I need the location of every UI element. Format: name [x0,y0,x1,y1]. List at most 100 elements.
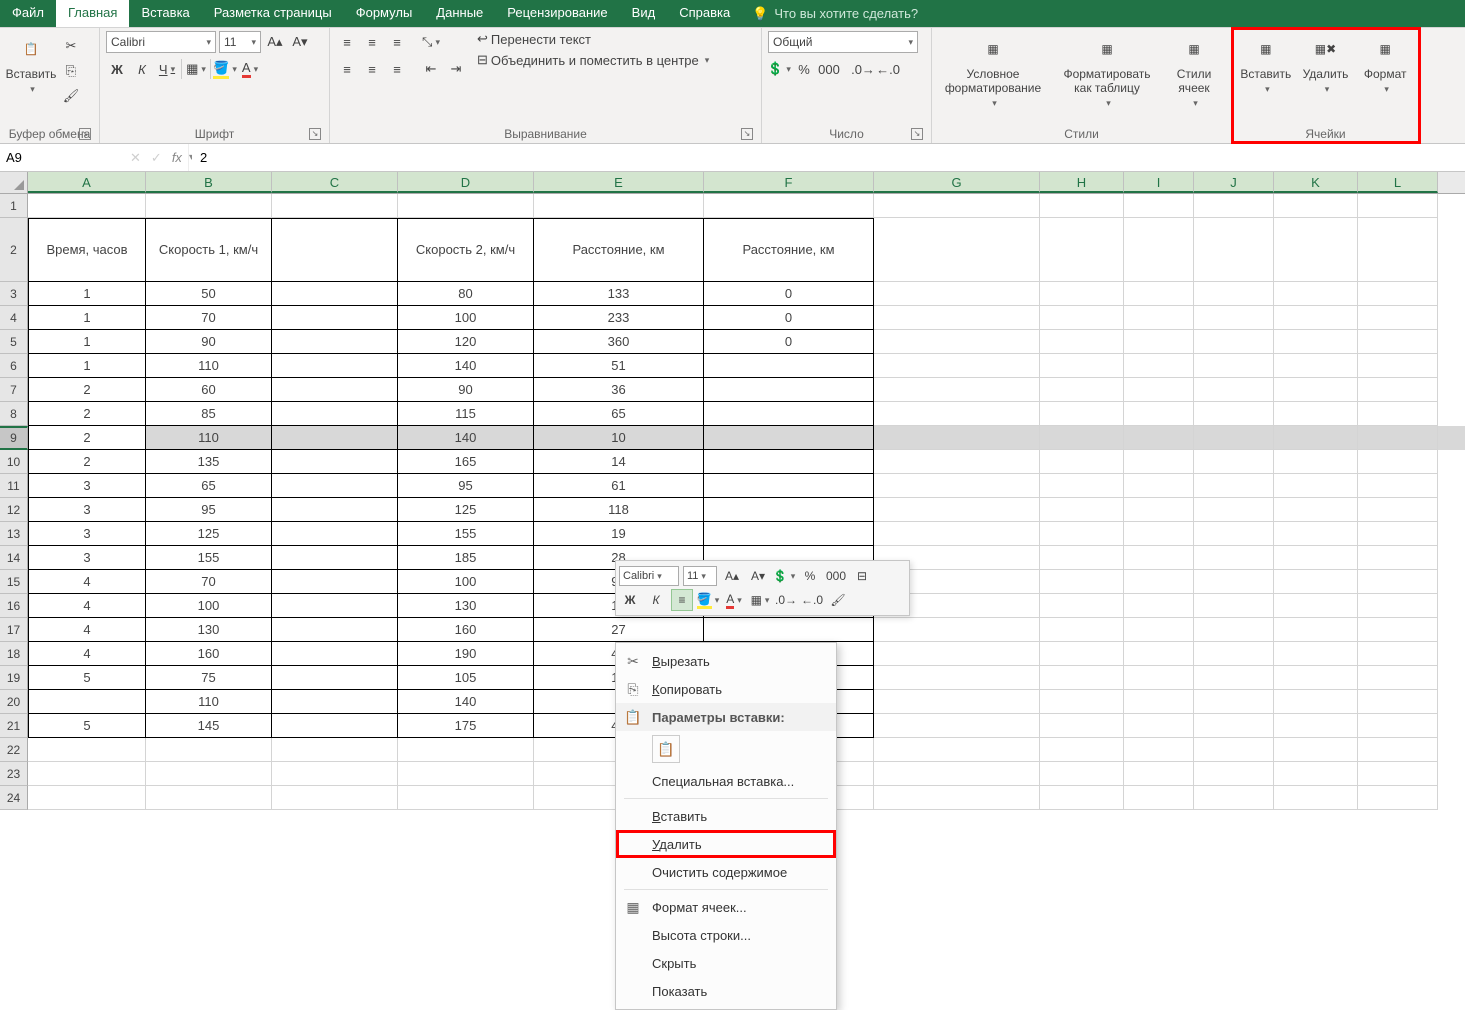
mini-merge[interactable]: ⊟ [851,565,873,587]
cell[interactable] [272,330,398,354]
cell[interactable] [1274,618,1358,642]
row-header[interactable]: 3 [0,282,28,306]
cell[interactable] [272,402,398,426]
cell[interactable] [874,450,1040,474]
cell[interactable]: 3 [28,498,146,522]
cell[interactable]: 3 [28,546,146,570]
row-header[interactable]: 23 [0,762,28,786]
select-all-button[interactable] [0,172,28,193]
increase-indent-button[interactable]: ⇥ [445,58,467,80]
column-header[interactable]: I [1124,172,1194,193]
cell[interactable] [704,474,874,498]
cell-styles-button[interactable]: ▦ Стили ячеек [1166,31,1222,112]
accounting-format-button[interactable]: 💲 [768,58,790,80]
cell[interactable] [1040,330,1124,354]
cell[interactable]: 19 [534,522,704,546]
font-size-combo[interactable]: 11 [219,31,261,53]
align-center-button[interactable]: ≡ [361,58,383,80]
cell[interactable] [1040,738,1124,762]
cell[interactable] [398,194,534,218]
cell[interactable] [874,642,1040,666]
cell[interactable]: 51 [534,354,704,378]
column-header[interactable]: K [1274,172,1358,193]
cell[interactable] [146,786,272,810]
cell[interactable] [1040,218,1124,282]
cell[interactable] [1124,306,1194,330]
cell[interactable] [272,522,398,546]
row-header[interactable]: 24 [0,786,28,810]
cell[interactable] [1040,450,1124,474]
cell[interactable] [1194,594,1274,618]
cell[interactable] [1040,426,1124,450]
cell[interactable]: 2 [28,378,146,402]
orientation-button[interactable]: ⤡ [420,31,442,53]
cell[interactable] [704,618,874,642]
cell[interactable]: 105 [398,666,534,690]
cell[interactable] [1194,426,1274,450]
cell[interactable] [1274,738,1358,762]
decrease-decimal-button[interactable]: ←.0 [877,58,899,80]
cell[interactable] [1274,546,1358,570]
cell[interactable] [1194,194,1274,218]
cell[interactable] [1194,474,1274,498]
cell[interactable] [874,618,1040,642]
underline-button[interactable]: Ч [156,58,178,80]
column-header[interactable]: B [146,172,272,193]
cell[interactable]: 155 [146,546,272,570]
cell[interactable] [272,282,398,306]
cell[interactable] [1194,218,1274,282]
cell[interactable]: 1 [28,330,146,354]
row-header[interactable]: 16 [0,594,28,618]
cell[interactable] [534,194,704,218]
cell[interactable] [1124,522,1194,546]
cell[interactable] [272,306,398,330]
cell[interactable]: 14 [534,450,704,474]
format-painter-button[interactable]: 🖌 [60,85,82,107]
cell[interactable] [1040,594,1124,618]
ctx-show[interactable]: Показать [616,977,836,1005]
mini-size-combo[interactable]: 11 [683,566,717,586]
cell[interactable] [874,194,1040,218]
cell[interactable]: 125 [146,522,272,546]
cell[interactable] [874,282,1040,306]
cell[interactable] [1274,594,1358,618]
cell[interactable]: 100 [146,594,272,618]
cell[interactable] [272,426,398,450]
cell[interactable] [1124,738,1194,762]
cell[interactable]: 130 [398,594,534,618]
cell[interactable] [28,786,146,810]
ctx-clear-contents[interactable]: Очистить содержимое [616,858,836,886]
number-launcher[interactable]: ↘ [911,128,923,140]
cell[interactable]: 70 [146,570,272,594]
cell[interactable]: 145 [146,714,272,738]
cell[interactable] [1040,570,1124,594]
cells-format-button[interactable]: ▦ Формат [1357,31,1413,98]
italic-button[interactable]: К [131,58,153,80]
cell[interactable] [1274,642,1358,666]
cell[interactable] [1274,762,1358,786]
cell[interactable]: 90 [146,330,272,354]
cell[interactable] [272,690,398,714]
cell[interactable] [1124,714,1194,738]
row-header[interactable]: 12 [0,498,28,522]
cell[interactable] [1194,330,1274,354]
cell[interactable] [272,738,398,762]
cell[interactable]: 1 [28,354,146,378]
alignment-launcher[interactable]: ↘ [741,128,753,140]
cell[interactable]: 1 [28,306,146,330]
cell[interactable] [398,786,534,810]
cell[interactable] [1194,378,1274,402]
cell[interactable] [1274,714,1358,738]
cell[interactable] [1194,618,1274,642]
cell[interactable] [1274,522,1358,546]
cell[interactable] [1124,618,1194,642]
ctx-copy[interactable]: ⎘ Копировать [616,675,836,703]
cell[interactable] [874,666,1040,690]
cell[interactable] [1274,570,1358,594]
column-header[interactable]: E [534,172,704,193]
cell[interactable] [1358,762,1438,786]
percent-button[interactable]: % [793,58,815,80]
cell[interactable] [1040,786,1124,810]
cell[interactable] [874,426,1040,450]
cell[interactable]: 175 [398,714,534,738]
